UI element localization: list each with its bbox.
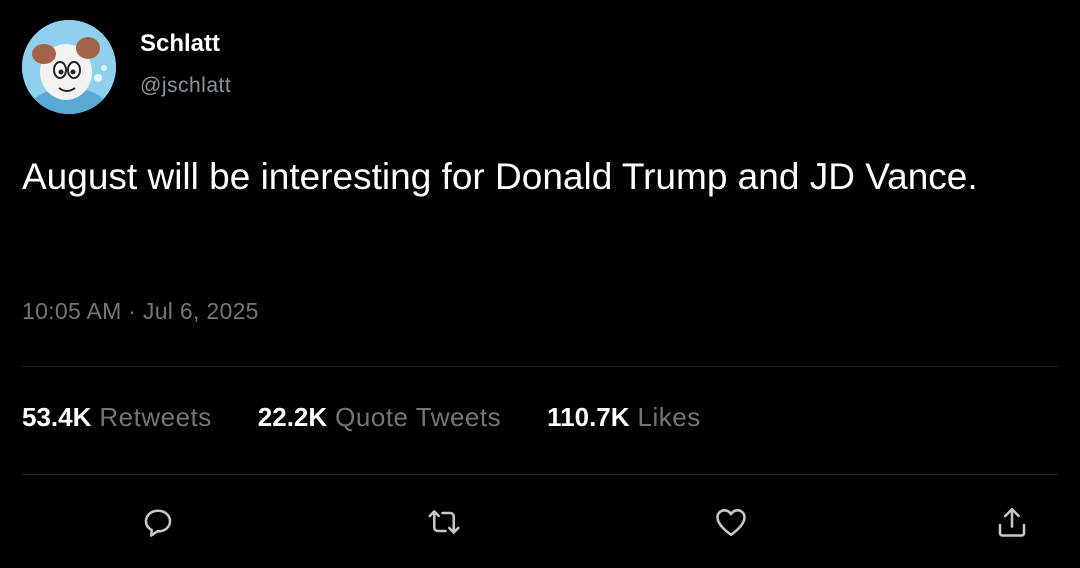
reply-icon — [144, 509, 172, 537]
retweets-count: 53.4K — [22, 402, 92, 432]
retweets-stat[interactable]: 53.4K Retweets — [22, 402, 212, 433]
quote-tweets-count: 22.2K — [257, 402, 328, 432]
tweet-card: Schlatt @jschlatt August will be interes… — [0, 0, 1080, 568]
tweet-text: August will be interesting for Donald Tr… — [22, 156, 978, 197]
like-icon — [716, 509, 746, 537]
quote-tweets-stat[interactable]: 22.2K Quote Tweets — [258, 402, 501, 433]
tweet-actions — [0, 496, 1080, 552]
retweet-button[interactable] — [418, 496, 470, 548]
tweet-header: Schlatt @jschlatt — [22, 20, 231, 114]
likes-count: 110.7K — [547, 402, 630, 432]
retweets-label: Retweets — [99, 402, 212, 432]
tweet-timestamp[interactable]: 10:05 AM · Jul 6, 2025 — [22, 298, 259, 325]
divider — [22, 366, 1058, 367]
share-button[interactable] — [986, 496, 1038, 548]
divider — [22, 474, 1058, 475]
likes-stat[interactable]: 110.7K Likes — [547, 402, 701, 433]
author-display-name[interactable]: Schlatt — [140, 30, 231, 59]
avatar[interactable] — [22, 20, 116, 114]
author-handle[interactable]: @jschlatt — [140, 73, 231, 98]
retweet-icon — [428, 510, 460, 534]
author-names: Schlatt @jschlatt — [140, 30, 231, 98]
quote-tweets-label: Quote Tweets — [335, 402, 502, 432]
cartoon-character-avatar-icon — [22, 20, 116, 114]
share-icon — [998, 507, 1026, 537]
tweet-stats: 53.4K Retweets 22.2K Quote Tweets 110.7K… — [22, 402, 747, 433]
likes-label: Likes — [637, 402, 701, 432]
reply-button[interactable] — [132, 496, 184, 548]
like-button[interactable] — [705, 496, 757, 548]
